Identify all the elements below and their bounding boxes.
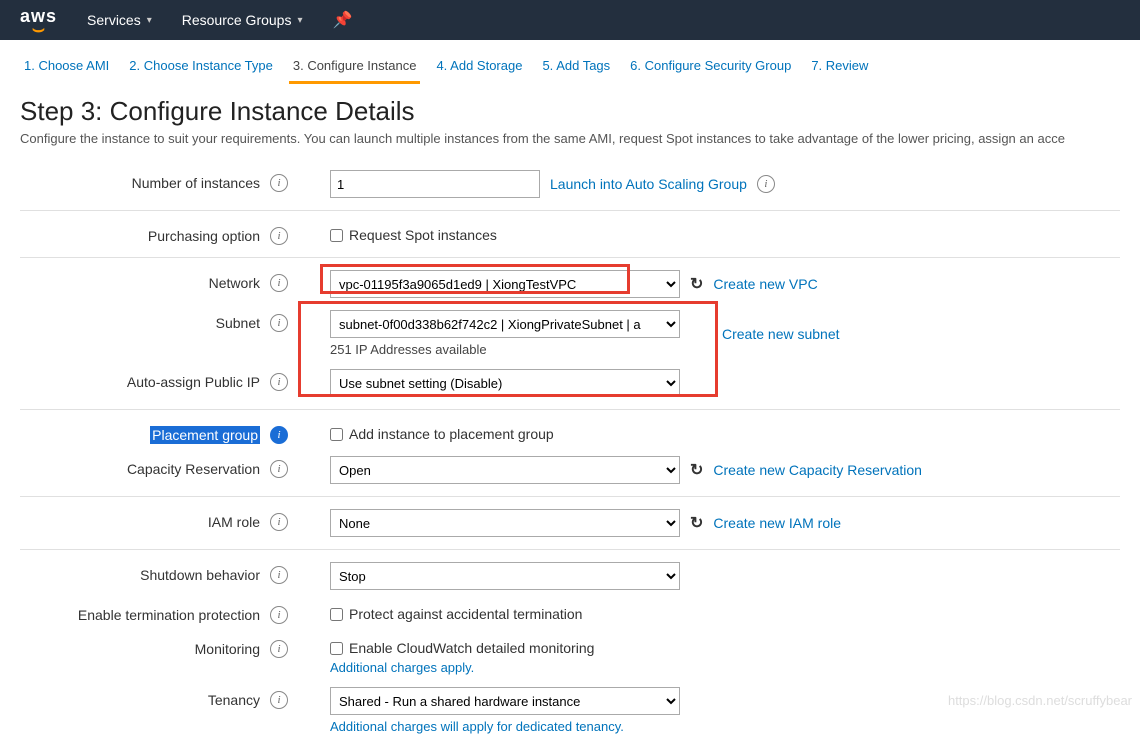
create-iam-role-link[interactable]: Create new IAM role <box>713 515 841 531</box>
tab-choose-ami[interactable]: 1. Choose AMI <box>20 52 113 84</box>
info-icon[interactable]: i <box>270 460 288 478</box>
label-subnet: Subnet <box>216 315 260 331</box>
info-icon[interactable]: i <box>270 314 288 332</box>
row-tenancy: Tenancy i Shared - Run a shared hardware … <box>20 681 1120 740</box>
subnet-ip-group: Subneti subnet-0f00d338b62f742c2 | Xiong… <box>20 304 1120 403</box>
info-icon[interactable]: i <box>270 566 288 584</box>
aws-logo[interactable]: aws ⌣ <box>20 6 57 35</box>
page-description: Configure the instance to suit your requ… <box>20 131 1120 146</box>
label-capacity-reservation: Capacity Reservation <box>127 461 260 477</box>
label-tenancy: Tenancy <box>208 692 260 708</box>
monitoring-checkbox-label[interactable]: Enable CloudWatch detailed monitoring <box>330 636 594 656</box>
label-iam-role: IAM role <box>208 514 260 530</box>
label-placement-group: Placement group <box>150 426 260 444</box>
capacity-reservation-select[interactable]: Open <box>330 456 680 484</box>
network-select[interactable]: vpc-01195f3a9065d1ed9 | XiongTestVPC <box>330 270 680 298</box>
monitoring-text: Enable CloudWatch detailed monitoring <box>349 640 594 656</box>
info-icon[interactable]: i <box>270 426 288 444</box>
content: Step 3: Configure Instance Details Confi… <box>0 84 1140 752</box>
row-shutdown-behavior: Shutdown behavior i Stop <box>20 556 1120 596</box>
info-icon[interactable]: i <box>270 640 288 658</box>
services-label: Services <box>87 12 141 28</box>
watermark: https://blog.csdn.net/scruffybear <box>948 693 1132 708</box>
iam-role-select[interactable]: None <box>330 509 680 537</box>
tab-add-storage[interactable]: 4. Add Storage <box>432 52 526 84</box>
subnet-select[interactable]: subnet-0f00d338b62f742c2 | XiongPrivateS… <box>330 310 680 338</box>
page-title: Step 3: Configure Instance Details <box>20 96 1120 127</box>
pin-icon: 📌 <box>333 10 353 30</box>
info-icon[interactable]: i <box>270 373 288 391</box>
label-termination-protection: Enable termination protection <box>78 607 260 623</box>
monitoring-checkbox[interactable] <box>330 642 343 655</box>
placement-group-text: Add instance to placement group <box>349 426 554 442</box>
row-monitoring: Monitoring i Enable CloudWatch detailed m… <box>20 630 1120 681</box>
info-icon[interactable]: i <box>270 174 288 192</box>
refresh-icon[interactable]: ↻ <box>690 274 703 294</box>
info-icon[interactable]: i <box>270 274 288 292</box>
row-capacity-reservation: Capacity Reservation i Open ↻ Create new … <box>20 450 1120 490</box>
auto-assign-ip-select[interactable]: Use subnet setting (Disable) <box>330 369 680 397</box>
tab-add-tags[interactable]: 5. Add Tags <box>538 52 614 84</box>
number-of-instances-input[interactable] <box>330 170 540 198</box>
row-iam-role: IAM role i None ↻ Create new IAM role <box>20 503 1120 543</box>
tab-review[interactable]: 7. Review <box>807 52 872 84</box>
tenancy-charges-link[interactable]: Additional charges will apply for dedica… <box>330 719 680 734</box>
label-auto-assign-ip: Auto-assign Public IP <box>127 374 260 390</box>
tab-configure-security-group[interactable]: 6. Configure Security Group <box>626 52 795 84</box>
spot-instances-text: Request Spot instances <box>349 227 497 243</box>
row-termination-protection: Enable termination protection i Protect a… <box>20 596 1120 630</box>
row-purchasing-option: Purchasing option i Request Spot instance… <box>20 217 1120 251</box>
subnet-note: 251 IP Addresses available <box>330 342 680 357</box>
spot-instances-checkbox[interactable] <box>330 229 343 242</box>
tab-configure-instance[interactable]: 3. Configure Instance <box>289 52 421 84</box>
create-subnet-link[interactable]: Create new subnet <box>722 326 840 342</box>
termination-protection-checkbox[interactable] <box>330 608 343 621</box>
wizard-tabs: 1. Choose AMI 2. Choose Instance Type 3.… <box>0 40 1140 84</box>
placement-group-checkbox-label[interactable]: Add instance to placement group <box>330 422 554 442</box>
label-shutdown-behavior: Shutdown behavior <box>140 567 260 583</box>
launch-asg-link[interactable]: Launch into Auto Scaling Group <box>550 176 747 192</box>
info-icon[interactable]: i <box>270 606 288 624</box>
row-subnet: Subneti subnet-0f00d338b62f742c2 | Xiong… <box>20 304 1120 363</box>
label-purchasing-option: Purchasing option <box>148 228 260 244</box>
services-menu[interactable]: Services <box>87 12 152 28</box>
spot-instances-checkbox-label[interactable]: Request Spot instances <box>330 223 497 243</box>
info-icon[interactable]: i <box>270 227 288 245</box>
label-monitoring: Monitoring <box>195 641 260 657</box>
row-network: Network i vpc-01195f3a9065d1ed9 | XiongTe… <box>20 264 1120 304</box>
tab-choose-instance-type[interactable]: 2. Choose Instance Type <box>125 52 277 84</box>
row-number-of-instances: Number of instances i Launch into Auto Sc… <box>20 164 1120 204</box>
aws-swoosh-icon: ⌣ <box>20 27 57 35</box>
termination-protection-text: Protect against accidental termination <box>349 606 582 622</box>
refresh-icon[interactable]: ↻ <box>690 460 703 480</box>
shutdown-behavior-select[interactable]: Stop <box>330 562 680 590</box>
tenancy-select[interactable]: Shared - Run a shared hardware instance <box>330 687 680 715</box>
info-icon[interactable]: i <box>270 513 288 531</box>
info-icon[interactable]: i <box>270 691 288 709</box>
row-auto-assign-ip: Auto-assign Public IP i Use subnet settin… <box>20 363 1120 403</box>
resource-groups-menu[interactable]: Resource Groups <box>182 12 303 28</box>
monitoring-charges-link[interactable]: Additional charges apply. <box>330 660 594 675</box>
termination-protection-checkbox-label[interactable]: Protect against accidental termination <box>330 602 582 622</box>
label-number-of-instances: Number of instances <box>132 175 260 191</box>
row-placement-group: Placement group i Add instance to placeme… <box>20 416 1120 450</box>
create-capacity-reservation-link[interactable]: Create new Capacity Reservation <box>713 462 922 478</box>
info-icon[interactable]: i <box>757 175 775 193</box>
label-network: Network <box>209 275 260 291</box>
aws-header: aws ⌣ Services Resource Groups 📌 <box>0 0 1140 40</box>
resource-groups-label: Resource Groups <box>182 12 292 28</box>
create-vpc-link[interactable]: Create new VPC <box>713 276 817 292</box>
pin-button[interactable]: 📌 <box>333 10 353 30</box>
refresh-icon[interactable]: ↻ <box>690 513 703 533</box>
placement-group-checkbox[interactable] <box>330 428 343 441</box>
